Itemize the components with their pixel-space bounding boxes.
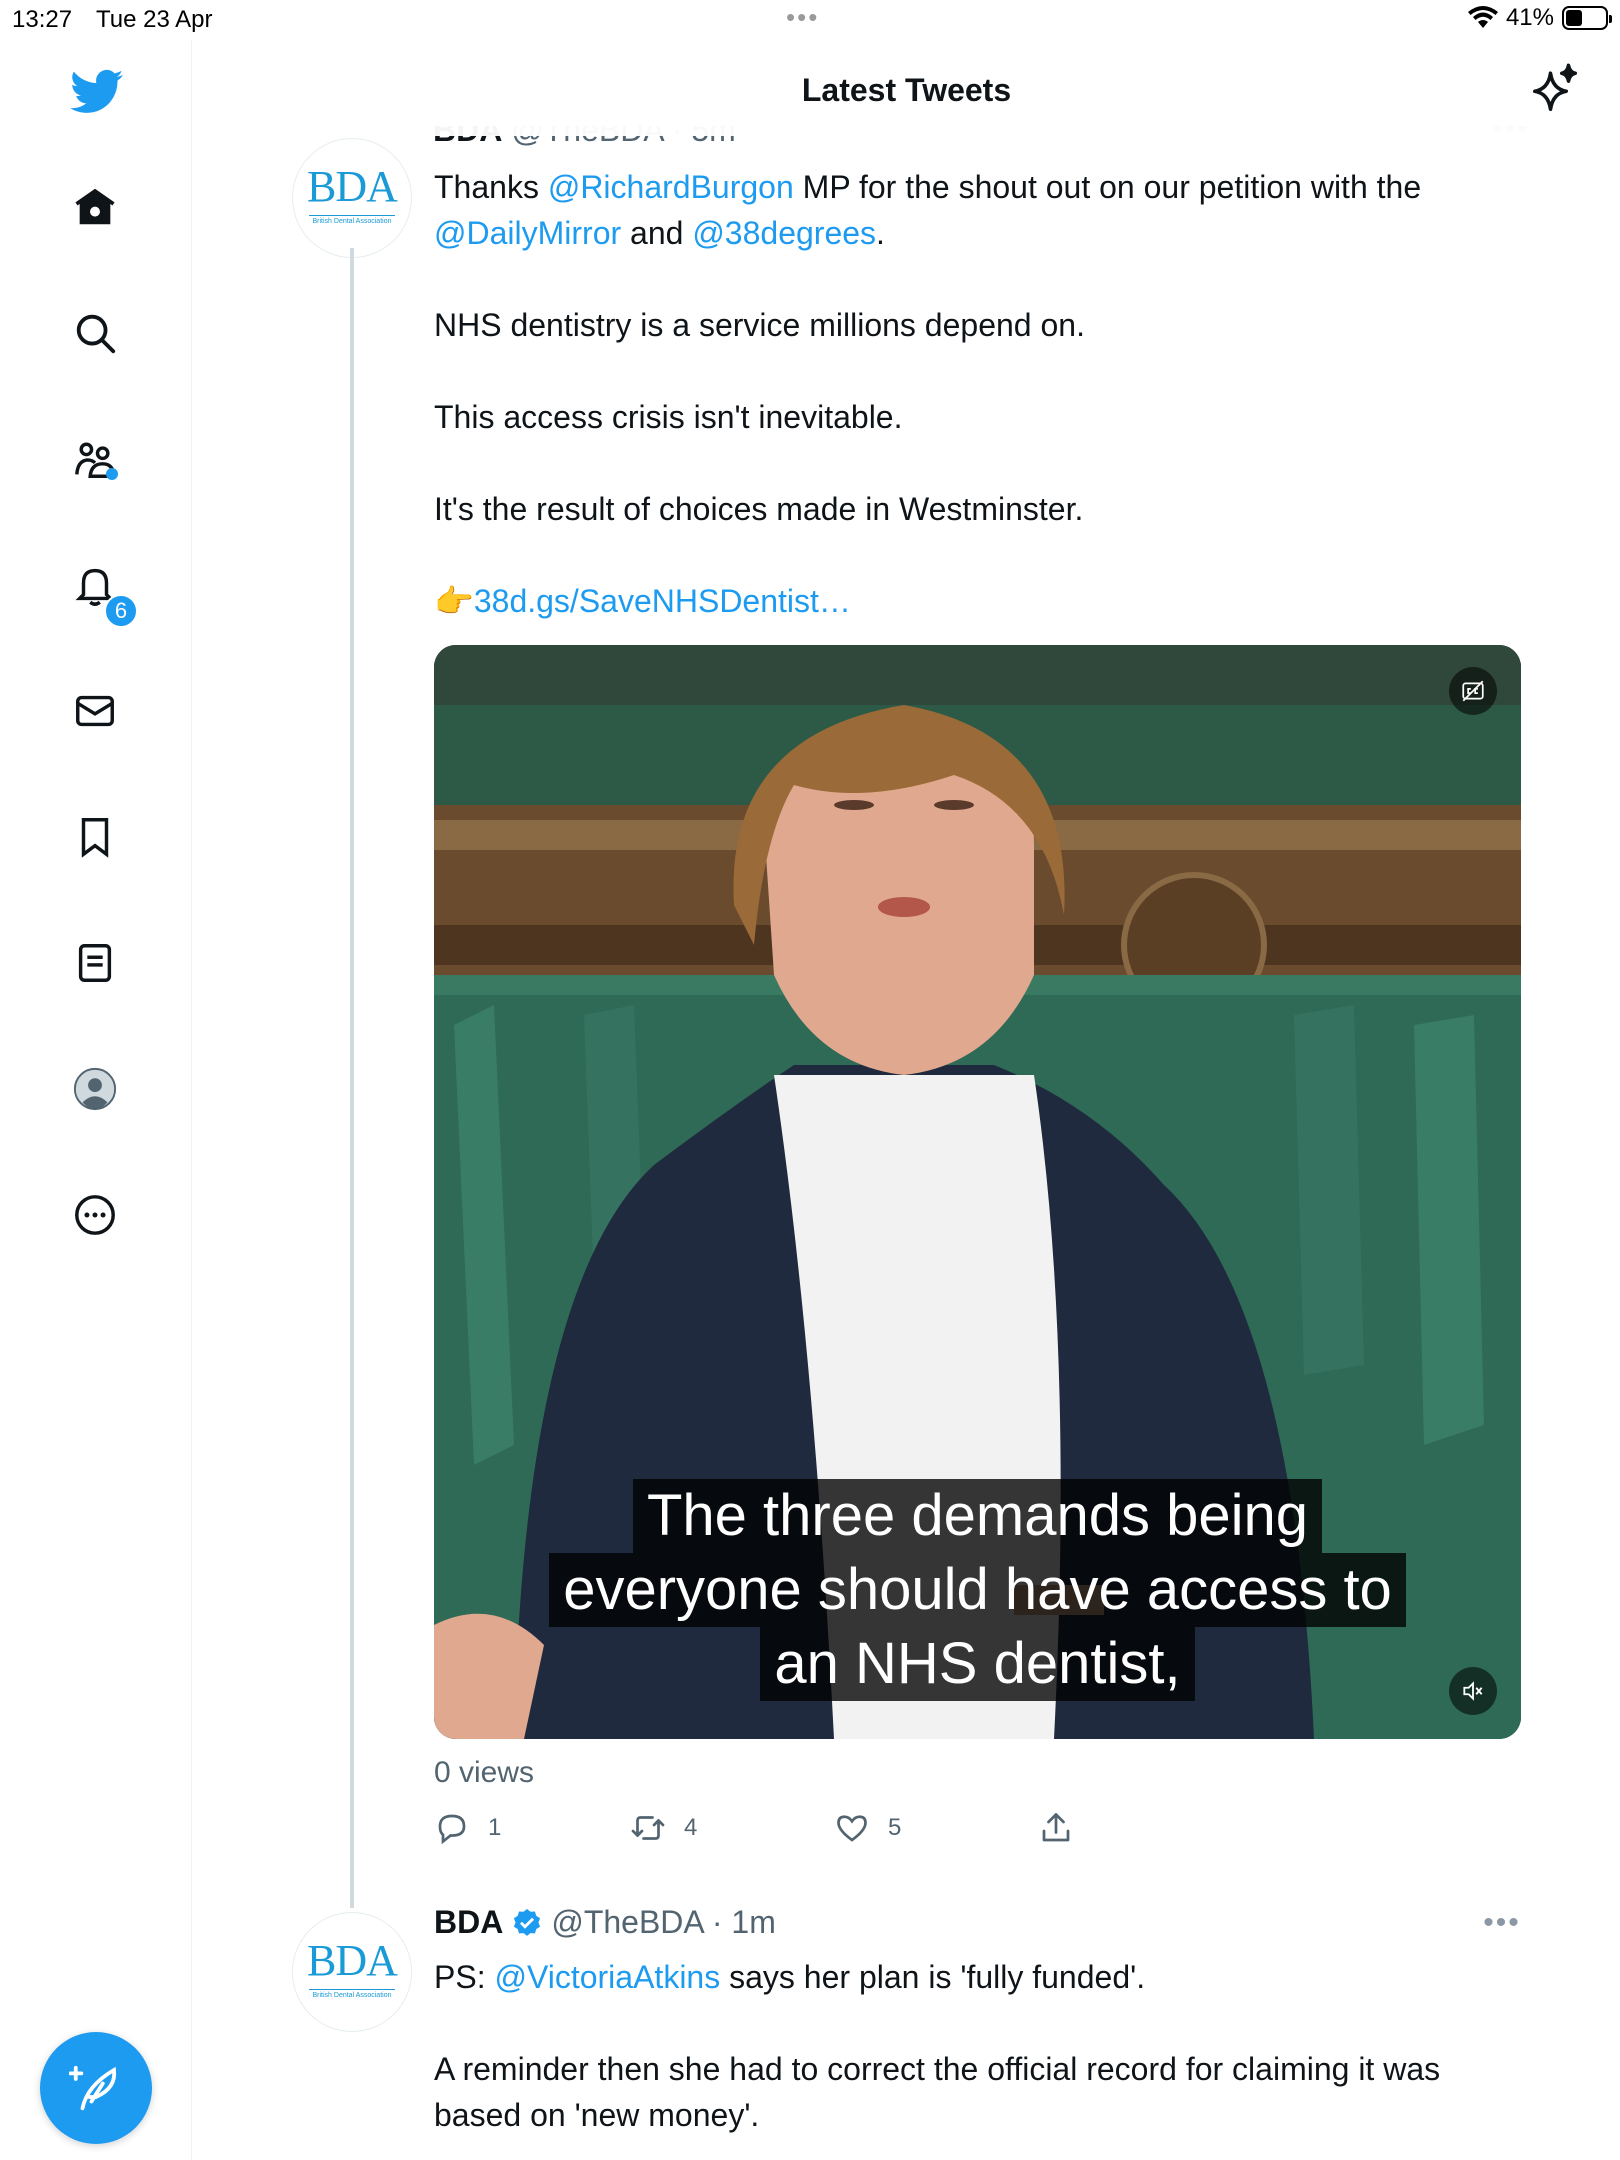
tweet1-paragraph: NHS dentistry is a service millions depe… xyxy=(434,307,1085,343)
captions-toggle-icon[interactable] xyxy=(1449,667,1497,715)
profile-avatar-icon[interactable] xyxy=(66,1060,124,1118)
status-indicators: 41% xyxy=(1467,4,1612,32)
bookmarks-icon[interactable] xyxy=(66,808,124,866)
tweet1-text: MP for the shout out on our petition wit… xyxy=(793,169,1422,205)
mute-toggle-icon[interactable] xyxy=(1449,1667,1497,1715)
video-caption-line: an NHS dentist, xyxy=(760,1627,1195,1701)
like-button[interactable]: 5 xyxy=(834,1810,901,1846)
mention-link[interactable]: @38degrees xyxy=(692,215,876,251)
tweet2-avatar[interactable]: BDA British Dental Association xyxy=(292,1912,412,2032)
home-icon[interactable] xyxy=(66,178,124,236)
feather-plus-icon xyxy=(69,2065,117,2111)
sparkle-icon[interactable] xyxy=(1528,62,1582,116)
communities-dot xyxy=(106,468,118,480)
mention-link[interactable]: @RichardBurgon xyxy=(548,169,794,205)
tweet2-text-line1: PS: @VictoriaAtkins says her plan is 'fu… xyxy=(434,1954,1524,2000)
retweet-button[interactable]: 4 xyxy=(630,1810,697,1846)
tweet1-text: . xyxy=(876,215,885,251)
battery-percent: 41% xyxy=(1505,4,1554,31)
tweet2-text: says her plan is 'fully funded'. xyxy=(720,1959,1146,1995)
tweet1-text-line2: @DailyMirror and @38degrees. xyxy=(434,210,1524,256)
video-caption-line: The three demands being xyxy=(633,1479,1322,1553)
communities-icon[interactable] xyxy=(66,430,124,488)
bda-logo-subtitle: British Dental Association xyxy=(312,218,392,225)
tweet1-text: and xyxy=(621,215,693,251)
status-bar: 13:27 Tue 23 Apr ••• 41% xyxy=(0,0,1620,40)
search-icon[interactable] xyxy=(66,304,124,362)
share-icon xyxy=(1042,1813,1070,1842)
status-time: 13:27 xyxy=(12,6,73,33)
reply-count: 1 xyxy=(488,1814,502,1841)
messages-icon[interactable] xyxy=(66,682,124,740)
wifi-icon xyxy=(1467,6,1498,28)
tweet1-video[interactable]: The three demands being everyone should … xyxy=(434,645,1521,1739)
petition-link[interactable]: 38d.gs/SaveNHSDentist… xyxy=(474,583,851,619)
verified-badge-icon xyxy=(514,1908,541,1936)
share-button[interactable] xyxy=(1038,1810,1074,1846)
video-caption: everyone should have access to xyxy=(434,1553,1521,1627)
like-count: 5 xyxy=(888,1814,902,1841)
tweet2-author-name[interactable]: BDA xyxy=(434,1904,503,1941)
thread-connector xyxy=(350,248,354,1908)
mention-link[interactable]: @DailyMirror xyxy=(434,215,621,251)
tweet1-text-line1: Thanks @RichardBurgon MP for the shout o… xyxy=(434,164,1524,210)
compose-tweet-button[interactable] xyxy=(40,2032,152,2144)
reply-icon xyxy=(438,1814,466,1845)
reply-button[interactable]: 1 xyxy=(434,1810,501,1846)
timeline-header: Latest Tweets xyxy=(193,40,1620,136)
retweet-count: 4 xyxy=(684,1814,698,1841)
status-date: Tue 23 Apr xyxy=(96,6,213,33)
page-title: Latest Tweets xyxy=(801,72,1012,108)
video-caption: an NHS dentist, xyxy=(434,1627,1521,1701)
tweet1-link-line: 👉38d.gs/SaveNHSDentist… xyxy=(434,578,1524,624)
tweet1-text: Thanks xyxy=(434,169,548,205)
bda-logo: BDA xyxy=(307,1936,398,1985)
heart-icon xyxy=(837,1815,867,1842)
battery-level xyxy=(1566,10,1582,26)
twitter-logo-icon[interactable] xyxy=(68,62,126,120)
tweet2-header: BDA @TheBDA · 1m xyxy=(434,1904,776,1941)
tweet1-avatar[interactable]: BDA British Dental Association xyxy=(292,138,412,258)
tweet2-text: PS: xyxy=(434,1959,495,1995)
tweet1-actions: 1 4 5 xyxy=(434,1810,1534,1850)
multitasking-dots[interactable]: ••• xyxy=(786,2,819,33)
tweet1-paragraph: This access crisis isn't inevitable. xyxy=(434,399,903,435)
video-caption: The three demands being xyxy=(434,1479,1521,1553)
notifications-badge: 6 xyxy=(104,594,138,628)
bda-logo-subtitle: British Dental Association xyxy=(312,1992,392,1999)
sidebar: 6 xyxy=(0,40,192,2160)
retweet-icon xyxy=(631,1816,665,1840)
more-options-icon[interactable] xyxy=(66,1186,124,1244)
battery-icon xyxy=(1562,6,1612,30)
pointing-hand-emoji: 👉 xyxy=(434,583,474,619)
video-caption-line: everyone should have access to xyxy=(549,1553,1406,1627)
tweet1-views: 0 views xyxy=(434,1756,535,1789)
tweet2-paragraph: A reminder then she had to correct the o… xyxy=(434,2051,1449,2133)
tweet1-paragraph: It's the result of choices made in Westm… xyxy=(434,491,1084,527)
lists-icon[interactable] xyxy=(66,934,124,992)
tweet2-handle-time[interactable]: @TheBDA · 1m xyxy=(551,1904,776,1941)
bda-logo: BDA xyxy=(307,162,398,211)
mention-link[interactable]: @VictoriaAtkins xyxy=(494,1959,720,1995)
tweet2-more-icon[interactable]: ••• xyxy=(1478,1906,1526,1939)
